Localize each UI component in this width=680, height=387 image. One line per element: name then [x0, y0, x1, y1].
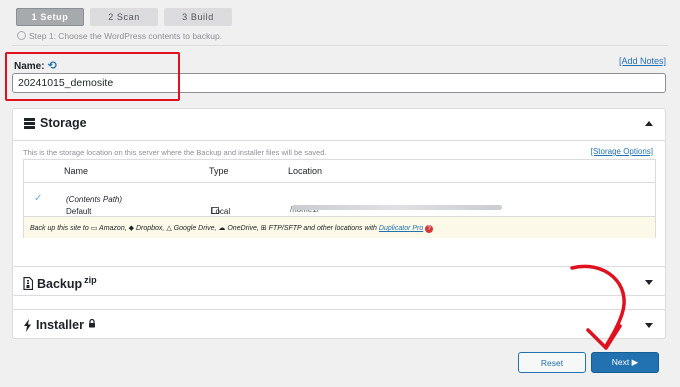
checkbox-checked-icon[interactable]: ✓ — [34, 193, 42, 204]
upsell-onedrive: OneDrive, — [227, 225, 259, 232]
collapse-icon[interactable] — [645, 121, 653, 126]
column-header-type: Type — [209, 166, 229, 176]
lock-icon — [88, 318, 95, 327]
storage-type-text: Local — [211, 207, 231, 216]
add-notes-link[interactable]: [Add Notes] — [619, 56, 666, 66]
zip-file-icon — [23, 276, 33, 290]
expand-icon[interactable] — [645, 323, 653, 328]
step-description: Step 1: Choose the WordPress contents to… — [17, 31, 222, 41]
installer-title: Installer — [36, 318, 84, 332]
redacted-path — [292, 205, 502, 210]
divider — [12, 45, 668, 46]
upsell-gdrive: Google Drive, — [173, 225, 217, 232]
storage-name-text: Default — [66, 207, 92, 216]
storage-title: Storage — [40, 116, 87, 130]
backup-title: Backup zip — [37, 275, 97, 291]
backup-name-input[interactable] — [12, 73, 666, 93]
column-header-name: Name — [64, 166, 89, 176]
upsell-ftp: FTP/SFTP and other locations with — [268, 225, 377, 232]
storage-table: Name Type Location ✓ Default (Contents P… — [23, 159, 656, 238]
storage-name: Default (Contents Path) — [66, 195, 123, 216]
step-description-text: Step 1: Choose the WordPress contents to… — [29, 31, 223, 41]
wizard-steps: 1 Setup 2 Scan 3 Build — [16, 8, 232, 26]
step-scan[interactable]: 2 Scan — [90, 8, 158, 26]
info-icon — [17, 31, 26, 40]
bolt-icon — [24, 318, 31, 332]
ftp-icon: ⊞ — [260, 225, 267, 232]
storage-header[interactable]: Storage — [23, 116, 87, 130]
backup-panel[interactable]: Backup zip — [12, 266, 666, 296]
dropbox-icon: ◆ — [128, 225, 134, 232]
name-label-text: Name: — [14, 61, 45, 72]
column-header-location: Location — [288, 166, 323, 176]
reset-name-icon[interactable]: ⟲ — [48, 60, 57, 72]
expand-icon[interactable] — [645, 280, 653, 285]
upsell-dropbox: Dropbox, — [135, 225, 165, 232]
google-drive-icon: △ — [166, 225, 172, 232]
divider — [13, 140, 665, 141]
storage-options-link[interactable]: [Storage Options] — [591, 147, 653, 156]
next-button[interactable]: Next ▶ — [591, 352, 659, 373]
upsell-prefix: Back up this site to — [30, 225, 89, 232]
onedrive-icon: ☁ — [218, 225, 226, 232]
step-setup[interactable]: 1 Setup — [16, 8, 84, 26]
installer-panel[interactable]: Installer — [12, 309, 666, 339]
storage-description: This is the storage location on this ser… — [23, 148, 327, 157]
storage-icon — [24, 117, 35, 129]
upsell-banner: Back up this site to ▭ Amazon, ◆ Dropbox… — [24, 216, 655, 238]
backup-title-sup: zip — [84, 275, 97, 285]
backup-title-text: Backup — [37, 277, 83, 292]
step-build[interactable]: 3 Build — [164, 8, 232, 26]
duplicator-pro-link[interactable]: Duplicator Pro — [379, 225, 423, 232]
backup-header[interactable]: Backup zip — [23, 275, 97, 291]
amazon-icon: ▭ — [90, 225, 98, 232]
reset-button[interactable]: Reset — [518, 352, 586, 373]
table-header: Name Type Location — [24, 160, 655, 182]
storage-panel: Storage This is the storage location on … — [12, 108, 666, 339]
name-label: Name: ⟲ — [14, 59, 57, 72]
upsell-amazon: Amazon, — [99, 225, 127, 232]
help-icon[interactable]: ? — [425, 225, 434, 233]
table-row: ✓ Default (Contents Path) Local /home1/ — [24, 182, 655, 216]
storage-name-suffix: (Contents Path) — [66, 195, 123, 204]
installer-header[interactable]: Installer — [23, 318, 96, 332]
